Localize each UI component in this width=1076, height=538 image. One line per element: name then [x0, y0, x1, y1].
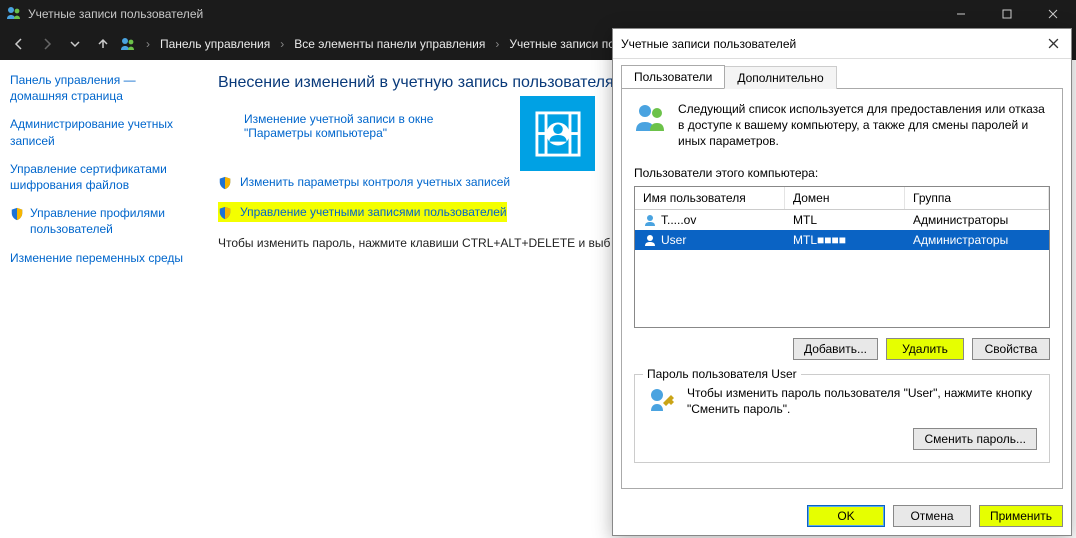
user-list-label: Пользователи этого компьютера: — [634, 166, 1050, 180]
dialog-close-button[interactable] — [1039, 31, 1067, 55]
user-list-header: Имя пользователя Домен Группа — [635, 187, 1049, 210]
dialog-title: Учетные записи пользователей — [621, 37, 796, 51]
shield-icon — [218, 206, 232, 220]
shield-icon — [10, 207, 24, 221]
users-icon — [120, 36, 136, 52]
user-list[interactable]: Имя пользователя Домен Группа T.....ov M… — [634, 186, 1050, 328]
maximize-button[interactable] — [984, 0, 1030, 28]
sidebar-item-label: Администрирование учетных записей — [10, 116, 190, 148]
breadcrumb-item[interactable]: Панель управления — [160, 37, 270, 51]
dialog-titlebar: Учетные записи пользователей — [613, 29, 1071, 59]
cell-domain: MTL■■■■ — [793, 233, 846, 247]
sidebar-item-label: Управление профилями пользователей — [30, 205, 190, 237]
cell-group: Администраторы — [913, 213, 1008, 227]
user-properties-button[interactable]: Свойства — [972, 338, 1050, 360]
sidebar-item-env-vars[interactable]: Изменение переменных среды — [10, 250, 190, 266]
column-header-group[interactable]: Группа — [905, 187, 1049, 209]
nav-up-button[interactable] — [92, 33, 114, 55]
user-accounts-dialog: Учетные записи пользователей Пользовател… — [612, 28, 1072, 536]
nav-recent-button[interactable] — [64, 33, 86, 55]
tab-users[interactable]: Пользователи — [621, 65, 725, 88]
ok-button[interactable]: OK — [807, 505, 885, 527]
task-label: Управление учетными записями пользовател… — [240, 205, 507, 219]
sidebar-item-certificates[interactable]: Управление сертификатами шифрования файл… — [10, 161, 190, 193]
task-uac-settings[interactable]: Изменить параметры контроля учетных запи… — [218, 172, 510, 192]
user-list-row[interactable]: User MTL■■■■ Администраторы — [635, 230, 1049, 250]
password-legend: Пароль пользователя User — [643, 367, 801, 381]
sidebar-item-home[interactable]: Панель управления — домашняя страница — [10, 72, 190, 104]
change-password-button[interactable]: Сменить пароль... — [913, 428, 1037, 450]
minimize-button[interactable] — [938, 0, 984, 28]
sidebar-item-label: Изменение переменных среды — [10, 250, 183, 266]
breadcrumb-item[interactable]: Все элементы панели управления — [294, 37, 485, 51]
tab-pane-users: Следующий список используется для предос… — [621, 88, 1063, 489]
cancel-button[interactable]: Отмена — [893, 505, 971, 527]
column-header-user[interactable]: Имя пользователя — [635, 187, 785, 209]
shield-icon — [218, 176, 232, 190]
key-icon — [647, 385, 677, 419]
task-label: "Параметры компьютера" — [244, 126, 387, 140]
users-large-icon — [634, 101, 668, 150]
dialog-tabs: Пользователи Дополнительно — [613, 59, 1071, 88]
password-text: Чтобы изменить пароль пользователя "User… — [687, 385, 1037, 419]
user-list-row[interactable]: T.....ov MTL Администраторы — [635, 210, 1049, 230]
remove-user-button[interactable]: Удалить — [886, 338, 964, 360]
user-avatar-tile — [520, 96, 595, 171]
cell-user: User — [661, 233, 686, 247]
password-fieldset: Пароль пользователя User Чтобы изменить … — [634, 374, 1050, 464]
add-user-button[interactable]: Добавить... — [793, 338, 878, 360]
task-manage-user-accounts[interactable]: Управление учетными записями пользовател… — [218, 202, 507, 222]
user-row-icon — [643, 213, 657, 227]
cell-domain: MTL — [793, 213, 817, 227]
sidebar-item-label: Управление сертификатами шифрования файл… — [10, 161, 190, 193]
dialog-footer: OK Отмена Применить — [613, 497, 1071, 535]
apply-button[interactable]: Применить — [979, 505, 1063, 527]
dialog-description: Следующий список используется для предос… — [678, 101, 1050, 150]
close-button[interactable] — [1030, 0, 1076, 28]
main-window-titlebar: Учетные записи пользователей — [0, 0, 1076, 28]
user-row-icon — [643, 233, 657, 247]
users-icon — [6, 5, 22, 24]
tab-advanced[interactable]: Дополнительно — [724, 66, 836, 89]
nav-forward-button[interactable] — [36, 33, 58, 55]
sidebar-item-profiles[interactable]: Управление профилями пользователей — [10, 205, 190, 237]
task-change-account-params[interactable]: Изменение учетной записи в окне "Парамет… — [244, 110, 433, 142]
sidebar-item-label: Панель управления — домашняя страница — [10, 72, 190, 104]
cell-group: Администраторы — [913, 233, 1008, 247]
column-header-domain[interactable]: Домен — [785, 187, 905, 209]
task-label: Изменить параметры контроля учетных запи… — [240, 175, 510, 189]
task-label: Изменение учетной записи в окне — [244, 112, 433, 126]
nav-back-button[interactable] — [8, 33, 30, 55]
sidebar: Панель управления — домашняя страница Ад… — [0, 60, 200, 538]
cell-user: T.....ov — [661, 213, 696, 227]
window-title: Учетные записи пользователей — [28, 7, 203, 21]
sidebar-item-admin-accounts[interactable]: Администрирование учетных записей — [10, 116, 190, 148]
